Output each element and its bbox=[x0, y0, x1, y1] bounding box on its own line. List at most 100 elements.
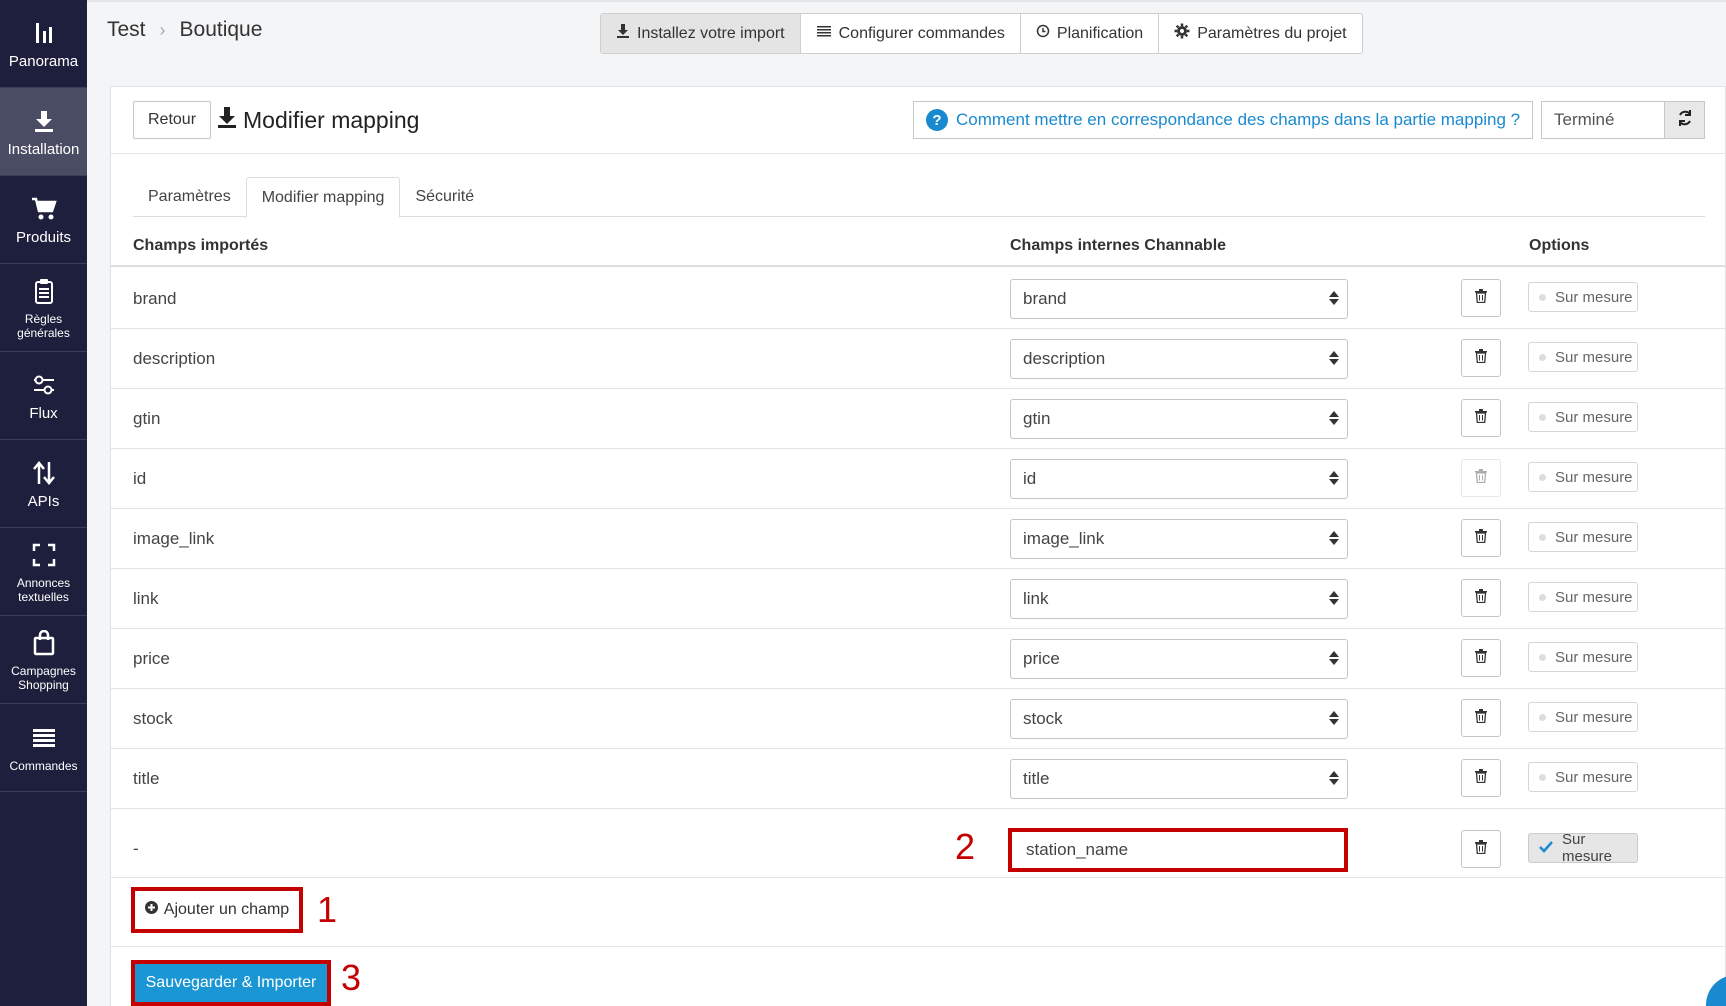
delete-button[interactable] bbox=[1461, 699, 1501, 737]
sidebar-item-commandes[interactable]: Commandes bbox=[0, 704, 87, 792]
sidebar-item-label: Annonces textuelles bbox=[16, 575, 71, 604]
page-title: Modifier mapping bbox=[217, 105, 419, 135]
delete-button[interactable] bbox=[1461, 579, 1501, 617]
help-link[interactable]: ? Comment mettre en correspondance des c… bbox=[913, 101, 1534, 139]
tab-parametres-du-projet[interactable]: Paramètres du projet bbox=[1159, 14, 1361, 53]
sidebar-item-annonces-textuelles[interactable]: Annonces textuelles bbox=[0, 528, 87, 616]
sur-mesure-toggle[interactable]: Sur mesure bbox=[1528, 522, 1638, 552]
bag-icon bbox=[29, 628, 59, 658]
radio-dot-icon bbox=[1539, 293, 1546, 301]
clock-icon bbox=[1036, 24, 1050, 43]
tab-planification[interactable]: Planification bbox=[1021, 14, 1160, 53]
sur-mesure-toggle[interactable]: Sur mesure bbox=[1528, 282, 1638, 312]
download-icon bbox=[616, 23, 630, 44]
sidebar-item-label: Campagnes Shopping bbox=[11, 663, 76, 692]
delete-button[interactable] bbox=[1461, 830, 1501, 868]
tab-parametres[interactable]: Paramètres bbox=[133, 177, 246, 217]
column-header-options: Options bbox=[1529, 237, 1590, 254]
tab-modifier-mapping[interactable]: Modifier mapping bbox=[245, 177, 401, 218]
sidebar-item-label: Panorama bbox=[8, 53, 79, 70]
clipboard-icon bbox=[29, 276, 59, 306]
radio-dot-icon bbox=[1539, 713, 1546, 721]
imported-field-name: link bbox=[133, 589, 159, 608]
sidebar-item-regles-generales[interactable]: Règles générales bbox=[0, 264, 87, 352]
option-label: Sur mesure bbox=[1555, 348, 1633, 366]
internal-field-select[interactable]: link bbox=[1010, 579, 1348, 619]
internal-field-select[interactable]: price bbox=[1010, 639, 1348, 679]
sidebar-item-apis[interactable]: APIs bbox=[0, 440, 87, 528]
tab-securite[interactable]: Sécurité bbox=[400, 177, 489, 217]
sidebar-item-label: Commandes bbox=[9, 758, 78, 773]
sur-mesure-toggle[interactable]: Sur mesure bbox=[1528, 702, 1638, 732]
select-value: id bbox=[1023, 469, 1037, 488]
delete-button[interactable] bbox=[1461, 279, 1501, 317]
sur-mesure-toggle[interactable]: Sur mesure bbox=[1528, 582, 1638, 612]
radio-dot-icon bbox=[1539, 593, 1546, 601]
option-label: Sur mesure bbox=[1555, 768, 1633, 786]
plus-circle-icon bbox=[144, 901, 158, 919]
add-field-button[interactable]: Ajouter un champ bbox=[131, 887, 303, 933]
cart-icon bbox=[29, 194, 59, 224]
sur-mesure-toggle[interactable]: Sur mesure bbox=[1528, 762, 1638, 792]
sidebar-item-campagnes-shopping[interactable]: Campagnes Shopping bbox=[0, 616, 87, 704]
sidebar-item-label: Règles générales bbox=[17, 311, 70, 340]
sur-mesure-toggle[interactable]: Sur mesure bbox=[1528, 642, 1638, 672]
internal-field-select[interactable]: id bbox=[1010, 459, 1348, 499]
internal-field-select[interactable]: gtin bbox=[1010, 399, 1348, 439]
tab-label: Planification bbox=[1056, 24, 1144, 42]
page-title-text: Modifier mapping bbox=[243, 106, 420, 133]
sidebar-item-panorama[interactable]: Panorama bbox=[0, 0, 87, 88]
delete-button[interactable] bbox=[1461, 399, 1501, 437]
sort-arrows-icon bbox=[1329, 531, 1339, 545]
delete-button[interactable] bbox=[1461, 759, 1501, 797]
column-header-internal: Champs internes Channable bbox=[1010, 237, 1227, 254]
internal-field-select[interactable]: title bbox=[1010, 759, 1348, 799]
tab-configurer-commandes[interactable]: Configurer commandes bbox=[801, 14, 1021, 53]
gear-icon bbox=[1174, 23, 1190, 44]
internal-field-select[interactable]: description bbox=[1010, 339, 1348, 379]
status-field: Terminé bbox=[1541, 101, 1665, 139]
sidebar: Panorama Installation Produits Règles gé… bbox=[0, 0, 87, 1006]
sur-mesure-toggle[interactable]: Sur mesure bbox=[1528, 831, 1638, 865]
sur-mesure-toggle[interactable]: Sur mesure bbox=[1528, 402, 1638, 432]
internal-field-select[interactable]: stock bbox=[1010, 699, 1348, 739]
add-field-label: Ajouter un champ bbox=[163, 901, 290, 918]
option-label: Sur mesure bbox=[1555, 708, 1633, 726]
breadcrumb-project[interactable]: Test bbox=[107, 18, 146, 42]
trash-icon bbox=[1475, 348, 1487, 368]
sur-mesure-toggle[interactable]: Sur mesure bbox=[1528, 342, 1638, 372]
imported-field-name: gtin bbox=[133, 409, 161, 428]
back-button[interactable]: Retour bbox=[133, 101, 212, 139]
tab-label: Configurer commandes bbox=[838, 24, 1005, 42]
delete-button[interactable] bbox=[1461, 519, 1501, 557]
sidebar-item-flux[interactable]: Flux bbox=[0, 352, 87, 440]
radio-dot-icon bbox=[1539, 413, 1546, 421]
internal-field-select[interactable]: image_link bbox=[1010, 519, 1348, 559]
top-tab-group: Installez votre import Configurer comman… bbox=[600, 13, 1363, 54]
trash-icon bbox=[1475, 648, 1487, 668]
option-label: Sur mesure bbox=[1555, 408, 1633, 426]
sort-arrows-icon bbox=[1329, 291, 1339, 305]
sort-arrows-icon bbox=[1329, 591, 1339, 605]
custom-field-input[interactable]: station_name bbox=[1008, 828, 1348, 872]
save-and-import-button[interactable]: Sauvegarder & Importer bbox=[131, 960, 331, 1006]
column-header-imported: Champs importés bbox=[133, 237, 269, 254]
table-row: stock stock Sur mesure bbox=[111, 689, 1725, 749]
delete-button[interactable] bbox=[1461, 339, 1501, 377]
sur-mesure-toggle[interactable]: Sur mesure bbox=[1528, 462, 1638, 492]
sort-arrows-icon bbox=[1329, 651, 1339, 665]
breadcrumb-page[interactable]: Boutique bbox=[180, 18, 263, 42]
select-value: stock bbox=[1023, 709, 1063, 728]
sidebar-item-installation[interactable]: Installation bbox=[0, 88, 87, 176]
select-value: link bbox=[1023, 589, 1049, 608]
delete-button[interactable] bbox=[1461, 639, 1501, 677]
internal-field-select[interactable]: brand bbox=[1010, 279, 1348, 319]
option-label: Sur mesure bbox=[1555, 648, 1633, 666]
select-value: gtin bbox=[1023, 409, 1051, 428]
expand-icon bbox=[29, 540, 59, 570]
delete-button[interactable] bbox=[1461, 459, 1501, 497]
sidebar-item-produits[interactable]: Produits bbox=[0, 176, 87, 264]
refresh-button[interactable] bbox=[1665, 101, 1705, 139]
radio-dot-icon bbox=[1539, 773, 1546, 781]
tab-installez-votre-import[interactable]: Installez votre import bbox=[601, 14, 801, 53]
